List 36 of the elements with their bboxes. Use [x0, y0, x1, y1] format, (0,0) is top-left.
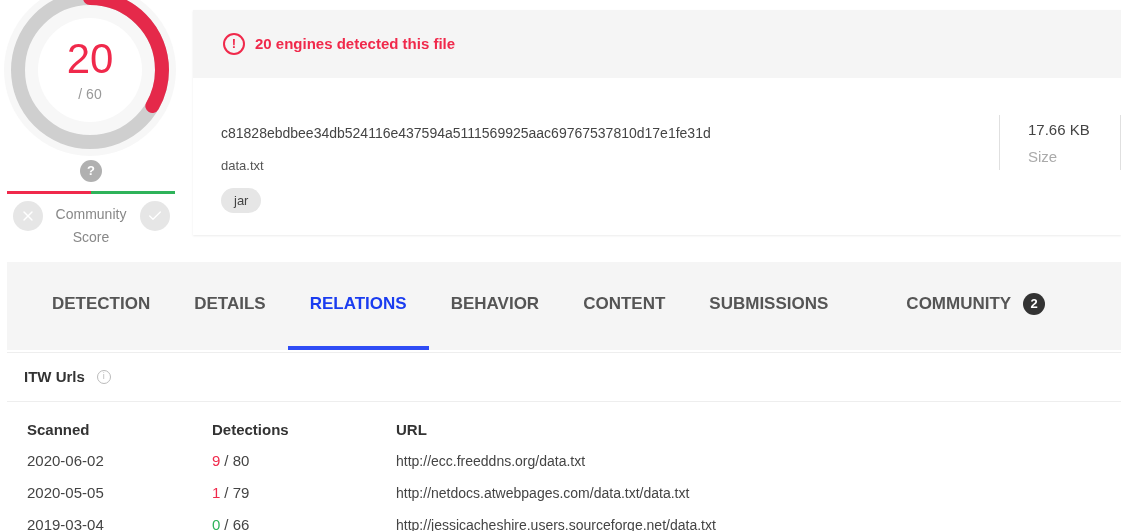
scanned-date: 2020-05-05: [27, 482, 105, 503]
tab-count-badge: 2: [1023, 293, 1046, 315]
tab[interactable]: BEHAVIOR: [428, 262, 562, 350]
score-total: / 60: [78, 85, 102, 104]
tab[interactable]: COMMUNITY 2: [884, 262, 1068, 350]
alert-icon: !: [223, 33, 245, 55]
size-label: Size: [1028, 146, 1059, 167]
community-marker: ?: [80, 160, 102, 182]
engines-total: / 79: [224, 482, 250, 503]
score-value: 20: [66, 38, 114, 80]
file-size: 17.66 KB: [1028, 120, 1091, 140]
tab[interactable]: CONTENT: [561, 262, 688, 350]
close-icon[interactable]: [13, 201, 43, 231]
section-title: ITW Urls: [24, 366, 85, 387]
positives-count: 9: [212, 450, 221, 471]
engines-total: / 80: [224, 450, 250, 471]
file-hash: c81828ebdbee34db524116e437594a5111569925aac69767537810d17e1fe31d: [221, 124, 712, 143]
url-link[interactable]: http://ecc.freeddns.org/data.txt: [396, 450, 586, 472]
scanned-date: 2020-06-02: [27, 450, 105, 471]
positives-count: 0: [212, 514, 221, 531]
column-header: URL: [396, 419, 427, 440]
file-tag: jar: [221, 187, 262, 213]
tab[interactable]: RELATIONS: [287, 262, 429, 350]
checkmark-icon[interactable]: [140, 201, 170, 231]
positives-count: 1: [212, 482, 221, 503]
column-header: Detections: [212, 419, 290, 440]
alert-text: 20 engines detected this file: [255, 33, 456, 54]
column-header: Scanned: [27, 419, 91, 440]
tab[interactable]: DETECTION: [30, 262, 173, 350]
community-score-label: Community Score: [54, 205, 128, 247]
engines-total: / 66: [224, 514, 250, 531]
tab[interactable]: DETAILS: [172, 262, 288, 350]
tab[interactable]: SUBMISSIONS: [687, 262, 851, 350]
scanned-date: 2019-03-04: [27, 514, 105, 531]
url-link[interactable]: http://netdocs.atwebpages.com/data.txt/data.txt: [396, 482, 690, 504]
file-name: data.txt: [221, 157, 265, 175]
